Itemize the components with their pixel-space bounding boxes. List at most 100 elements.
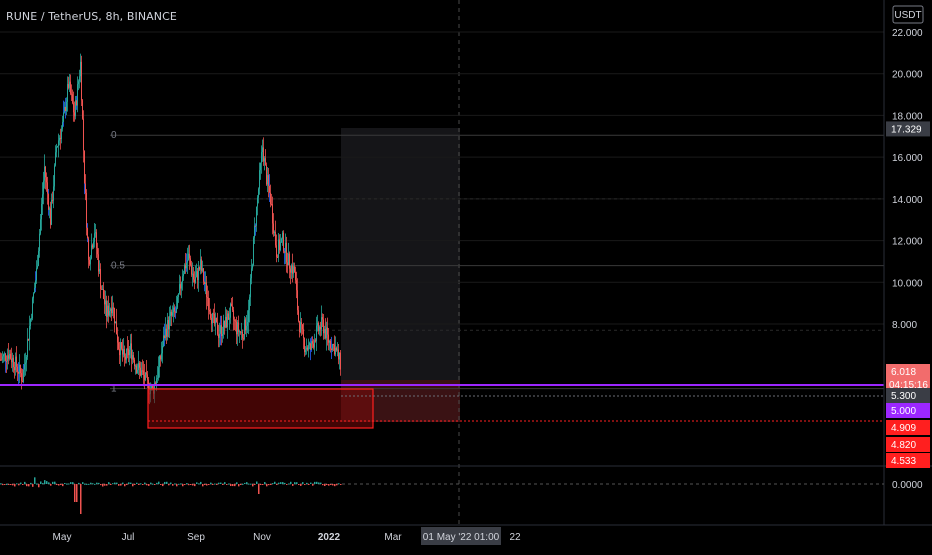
candle-body — [296, 280, 297, 291]
indicator-bar — [48, 482, 50, 484]
projection-box[interactable] — [341, 128, 460, 380]
indicator-bar — [314, 481, 316, 484]
indicator-bar — [6, 483, 8, 485]
indicator-bar — [226, 484, 228, 485]
indicator-bar — [8, 484, 10, 485]
candle-body — [127, 348, 128, 350]
indicator-bar — [206, 484, 208, 486]
level-5000-tag[interactable]: 5.000 — [886, 403, 930, 418]
indicator-bar — [104, 484, 106, 486]
candle-body — [133, 355, 134, 360]
time-tick-label: Nov — [253, 532, 271, 543]
candle-body — [212, 313, 213, 324]
candle-body — [141, 370, 142, 376]
candle-body — [300, 322, 301, 333]
indicator-bar — [22, 484, 24, 485]
high-price-tag[interactable]: 17.329 — [886, 121, 930, 137]
candle-body — [205, 282, 206, 285]
candle-body — [221, 325, 222, 337]
candle-body — [237, 322, 238, 335]
indicator-bar — [52, 481, 54, 484]
candle-body — [70, 81, 71, 94]
last-price-tag[interactable]: 6.01804:15:16 — [886, 364, 930, 392]
candle-body — [49, 208, 50, 210]
indicator-bar — [16, 483, 18, 485]
price-tag-value: 4.909 — [891, 423, 916, 434]
candle-body — [340, 352, 341, 370]
candle-body — [36, 268, 37, 281]
candle-body — [157, 377, 158, 379]
candle-body — [278, 239, 279, 258]
level-4820-tag[interactable]: 4.820 — [886, 437, 930, 452]
candle-body — [110, 308, 111, 311]
price-tag-value: 6.018 — [891, 367, 916, 378]
candle-body — [256, 206, 257, 226]
demand-zone-box[interactable] — [147, 388, 374, 429]
indicator-bar — [122, 482, 124, 484]
candle-body — [54, 165, 55, 187]
level-4909-tag[interactable]: 4.909 — [886, 420, 930, 435]
candle-body — [316, 325, 317, 342]
indicator-bar — [66, 483, 68, 485]
candle-body — [113, 307, 114, 309]
candle-body — [131, 343, 132, 360]
candle-body — [196, 271, 197, 278]
indicator-bar — [248, 483, 250, 485]
indicator-bar — [166, 481, 168, 484]
indicator-bar — [212, 484, 214, 485]
candle-body — [259, 170, 260, 189]
candle-body — [79, 76, 80, 82]
candle-body — [158, 367, 159, 378]
candle-body — [95, 232, 96, 234]
candle-body — [122, 348, 123, 355]
candle-body — [169, 315, 170, 330]
indicator-bar — [192, 484, 194, 486]
indicator-bar — [236, 482, 238, 484]
indicator-bar — [82, 482, 84, 484]
candle-body — [109, 310, 110, 316]
candle-body — [159, 356, 160, 368]
indicator-bar — [20, 482, 22, 484]
candle-body — [4, 353, 5, 355]
candle-body — [106, 300, 107, 317]
time-tick-label: May — [53, 532, 72, 543]
candle-body — [136, 365, 137, 373]
level-5300-tag[interactable]: 5.300 — [886, 388, 930, 403]
indicator-bar — [312, 484, 314, 486]
indicator-bar — [28, 484, 30, 487]
candle-body — [272, 204, 273, 224]
candle-body — [189, 253, 190, 259]
candle-body — [51, 199, 52, 225]
indicator-bar — [322, 484, 324, 486]
candle-body — [266, 165, 267, 185]
candle-body — [15, 356, 16, 371]
candle-body — [29, 325, 30, 340]
indicator-bar — [300, 484, 302, 486]
price-chart[interactable]: 00.51 22.00020.00018.00016.00014.00012.0… — [0, 0, 932, 550]
indicator-bar — [102, 484, 104, 487]
candle-body — [249, 297, 250, 311]
indicator-bar — [284, 482, 286, 484]
candle-body — [309, 343, 310, 345]
candle-body — [37, 265, 38, 269]
candle-body — [145, 372, 146, 380]
candle-body — [108, 305, 109, 316]
indicator-bar — [242, 483, 244, 485]
indicator-bar — [294, 482, 296, 484]
price-tick-label: 20.000 — [892, 70, 923, 81]
indicator-bar — [310, 482, 312, 484]
chart-stage[interactable]: 0 0.5 1 22.000 20.000 18.000 16.000 14.000 12.0… — [0, 0, 932, 550]
level-4533-tag[interactable]: 4.533 — [886, 453, 930, 468]
fib-level-label: 0 — [111, 130, 117, 141]
candle-body — [235, 320, 236, 322]
candle-body — [101, 288, 102, 290]
candle-body — [263, 147, 264, 162]
indicator-bar — [140, 483, 142, 485]
candle-body — [335, 347, 336, 355]
indicator-bar — [70, 482, 72, 484]
candle-body — [304, 338, 305, 353]
candle-body — [17, 366, 18, 372]
symbol-title[interactable]: RUNE / TetherUS, 8h, BINANCE — [6, 10, 177, 23]
candle-body — [305, 349, 306, 353]
currency-badge[interactable]: USDT — [892, 5, 924, 24]
